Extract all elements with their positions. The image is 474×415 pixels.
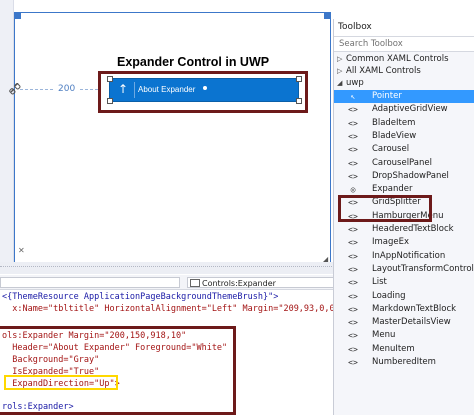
- margin-link-icon[interactable]: [9, 83, 21, 95]
- toolbox-item[interactable]: <> InAppNotification: [334, 250, 474, 263]
- toolbox-group-label: Common XAML Controls: [346, 54, 449, 64]
- control-icon: <>: [348, 251, 358, 261]
- toolbox-item[interactable]: <> DropShadowPanel: [334, 170, 474, 183]
- page-title-textblock[interactable]: Expander Control in UWP: [117, 55, 269, 69]
- selection-handle[interactable]: [296, 76, 302, 82]
- toolbox-item-label: NumberedItem: [372, 357, 436, 367]
- toolbox-item-label: MenuItem: [372, 343, 415, 354]
- toolbox-item-label: List: [372, 277, 387, 288]
- toolbox-item-label: MasterDetailsView: [372, 317, 451, 328]
- toolbox-item-label: CarouselPanel: [372, 157, 432, 168]
- toolbox-item-label: Loading: [372, 290, 406, 301]
- splitter-grip: [0, 266, 338, 267]
- margin-value-label: 200: [55, 84, 79, 94]
- control-icon: <>: [348, 344, 358, 354]
- control-icon: <>: [348, 105, 358, 115]
- toolbox-item[interactable]: <> NumberedItem: [334, 356, 474, 369]
- toolbox-item[interactable]: <> MarkdownTextBlock: [334, 303, 474, 316]
- designer-ruler: [0, 0, 14, 262]
- control-icon: <>: [348, 358, 358, 367]
- toggle-dot-icon: [203, 86, 207, 90]
- toolbox-title-bar[interactable]: Toolbox: [334, 19, 474, 37]
- expander-header-label: About Expander: [138, 85, 196, 94]
- control-icon: <>: [348, 304, 358, 314]
- control-icon: <>: [348, 331, 358, 341]
- code-line: x:Name="tbltitle" HorizontalAlignment="L…: [2, 304, 340, 314]
- control-icon: <>: [348, 131, 358, 141]
- editor-splitter[interactable]: [0, 262, 338, 274]
- toolbox-item[interactable]: ↖ Pointer: [334, 90, 474, 103]
- toolbox-item-label: DropShadowPanel: [372, 170, 449, 181]
- control-icon: <>: [348, 278, 358, 288]
- expanded-triangle-icon[interactable]: ◢: [337, 77, 346, 89]
- toolbox-item[interactable]: <> CarouselPanel: [334, 157, 474, 170]
- toolbox-item-label: LayoutTransformControl: [372, 263, 474, 274]
- toolbox-item[interactable]: <> HeaderedTextBlock: [334, 223, 474, 236]
- toolbox-group[interactable]: ▷ Common XAML Controls: [337, 53, 449, 65]
- arrow-up-icon[interactable]: ↑: [118, 83, 128, 95]
- collapsed-triangle-icon[interactable]: ▷: [337, 65, 346, 77]
- toolbox-expander-callout: [338, 195, 432, 222]
- toolbox-item[interactable]: <> MenuItem: [334, 343, 474, 356]
- toolbox-item[interactable]: <> BladeItem: [334, 117, 474, 130]
- code-callout-box: [0, 326, 236, 415]
- toolbox-item[interactable]: <> Loading: [334, 290, 474, 303]
- toolbox-title: Toolbox: [338, 22, 372, 32]
- design-canvas[interactable]: [14, 12, 331, 263]
- toolbox-item-label: HeaderedTextBlock: [372, 224, 454, 234]
- expander-control[interactable]: ↑ About Expander: [109, 78, 299, 102]
- control-icon: <>: [348, 145, 358, 155]
- toolbox-item[interactable]: <> AdaptiveGridView: [334, 103, 474, 116]
- toolbox-item-label: Pointer: [372, 91, 402, 101]
- code-line: <{ThemeResource ApplicationPageBackgroun…: [2, 292, 279, 302]
- toolbox-item-label: ImageEx: [372, 237, 410, 248]
- toolbox-item-label: Menu: [372, 330, 396, 341]
- element-icon: [190, 279, 200, 287]
- toolbox-item-label: BladeView: [372, 130, 417, 141]
- toolbox-item[interactable]: <> ImageEx: [334, 236, 474, 249]
- selection-handle[interactable]: [296, 98, 302, 104]
- close-icon[interactable]: ✕: [18, 246, 25, 255]
- toolbox-item-label: BladeItem: [372, 117, 416, 128]
- expand-direction-highlight: [4, 375, 118, 390]
- control-icon: <>: [348, 225, 358, 234]
- toolbox-item-label: MarkdownTextBlock: [372, 303, 457, 314]
- selection-handle[interactable]: [107, 76, 113, 82]
- pointer-icon: ↖: [350, 92, 356, 101]
- toolbox-item[interactable]: <> BladeView: [334, 130, 474, 143]
- member-dropdown[interactable]: Controls:Expander: [187, 277, 337, 288]
- toolbox-item-label: Carousel: [372, 144, 410, 155]
- control-icon: <>: [348, 264, 358, 274]
- search-placeholder: Search Toolbox: [339, 39, 403, 49]
- control-icon: <>: [348, 118, 358, 128]
- toolbox-item[interactable]: <> Menu: [334, 329, 474, 342]
- collapsed-triangle-icon[interactable]: ▷: [337, 53, 346, 65]
- toolbox-item-label: InAppNotification: [372, 250, 446, 261]
- control-icon: <>: [348, 158, 358, 168]
- toolbox-item[interactable]: <> List: [334, 276, 474, 289]
- selection-handle[interactable]: [107, 98, 113, 104]
- control-icon: <>: [348, 318, 358, 328]
- type-dropdown[interactable]: [0, 277, 180, 288]
- toolbox-item-label: AdaptiveGridView: [372, 104, 448, 115]
- toolbox-group[interactable]: ◢ uwp: [337, 77, 364, 89]
- toolbox-item[interactable]: <> LayoutTransformControl: [334, 263, 474, 276]
- control-icon: <>: [348, 238, 358, 248]
- toolbox-group-label: All XAML Controls: [346, 66, 421, 76]
- xaml-designer: Expander Control in UWP 200 ↑ About Expa…: [0, 0, 338, 264]
- control-icon: <>: [348, 171, 358, 181]
- header-separator: [134, 82, 135, 98]
- nav-breadcrumb-label: Controls:Expander: [202, 279, 276, 288]
- control-icon: <>: [348, 291, 358, 301]
- toolbox-search-input[interactable]: Search Toolbox: [334, 37, 474, 52]
- toolbox-item[interactable]: <> MasterDetailsView: [334, 316, 474, 329]
- toolbox-group[interactable]: ▷ All XAML Controls: [337, 65, 421, 77]
- toolbox-group-label: uwp: [346, 78, 364, 88]
- toolbox-item[interactable]: <> Carousel: [334, 143, 474, 156]
